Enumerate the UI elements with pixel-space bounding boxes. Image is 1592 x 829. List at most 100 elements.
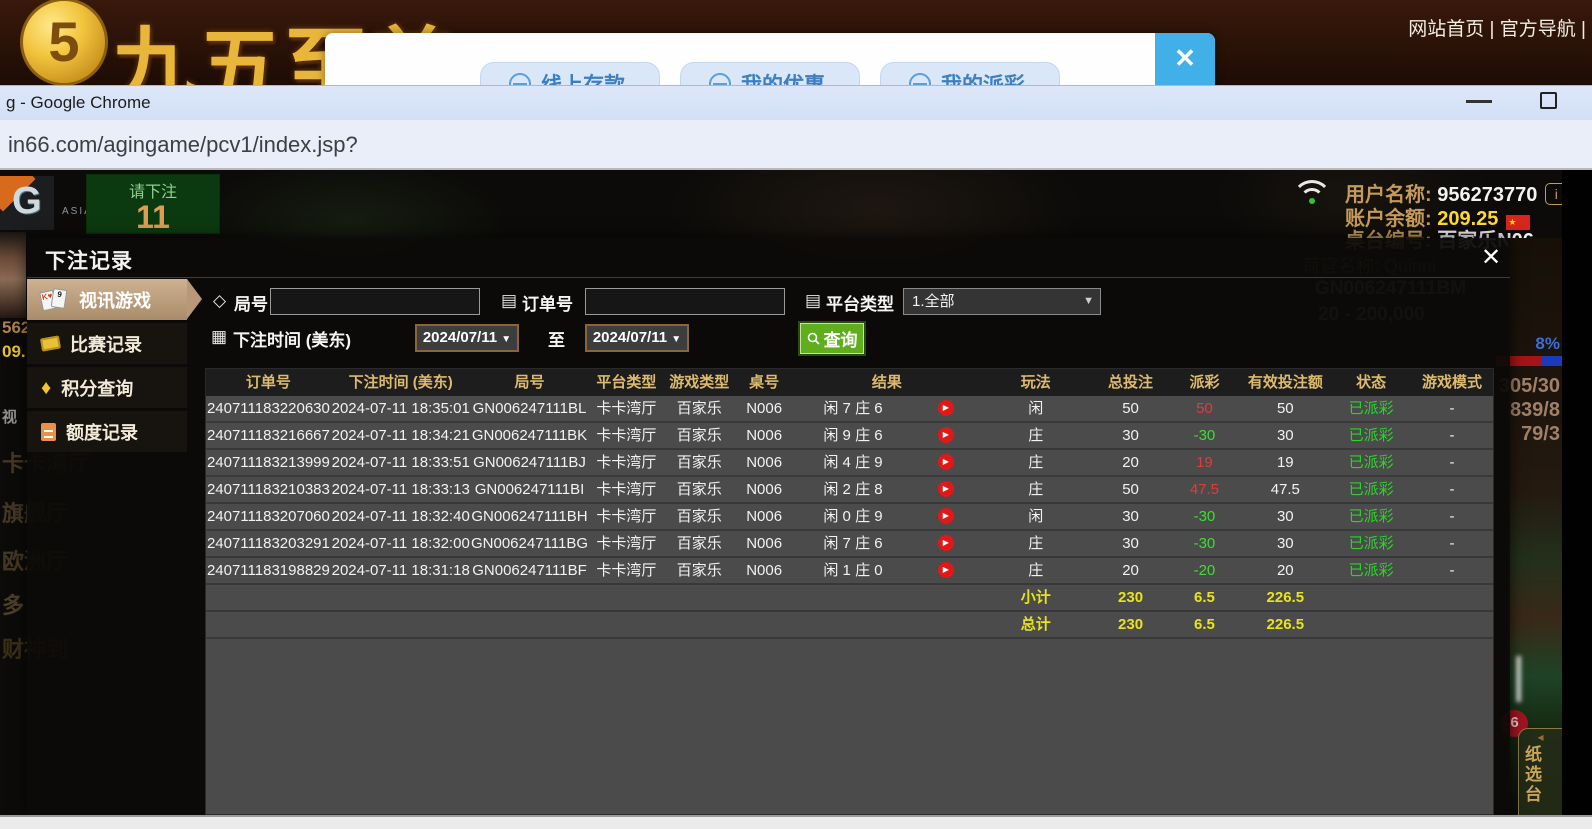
total-empty bbox=[471, 612, 589, 637]
replay-play-icon[interactable]: ▶ bbox=[938, 535, 954, 551]
promo-icon bbox=[709, 73, 731, 85]
cell-replay: ▶ bbox=[912, 504, 980, 529]
dialog-close-icon[interactable]: ✕ bbox=[1476, 243, 1506, 273]
replay-play-icon[interactable]: ▶ bbox=[938, 562, 954, 578]
cell-platform: 卡卡湾厅 bbox=[588, 531, 664, 556]
cell-bet: 30 bbox=[1092, 531, 1170, 556]
cell-game: 百家乐 bbox=[664, 531, 734, 556]
table-header-row: 订单号下注时间 (美东)局号平台类型游戏类型桌号结果玩法总投注派彩有效投注额状态… bbox=[206, 369, 1493, 396]
cell-mode: - bbox=[1411, 558, 1493, 583]
asia-gaming-logo-icon: G bbox=[0, 176, 54, 230]
window-title: g - Google Chrome bbox=[6, 93, 151, 113]
cell-platform: 卡卡湾厅 bbox=[588, 504, 664, 529]
cell-platform: 卡卡湾厅 bbox=[588, 396, 664, 421]
cell-order: 240711183220630 bbox=[206, 396, 331, 421]
records-table: 订单号下注时间 (美东)局号平台类型游戏类型桌号结果玩法总投注派彩有效投注额状态… bbox=[205, 368, 1494, 815]
cell-platform: 卡卡湾厅 bbox=[588, 450, 664, 475]
popup-button-3[interactable]: 我的派彩 bbox=[880, 62, 1060, 85]
cell-payout: 50 bbox=[1169, 396, 1239, 421]
video-cards-icon: K♥9 bbox=[41, 288, 69, 312]
table-picker-tab[interactable]: ◂ 纸选台 bbox=[1518, 728, 1562, 829]
total-empty bbox=[794, 585, 912, 610]
query-button[interactable]: 查询 bbox=[800, 323, 864, 354]
total-empty bbox=[331, 585, 471, 610]
cell-payout: 47.5 bbox=[1169, 477, 1239, 502]
cell-bet: 50 bbox=[1092, 396, 1170, 421]
calendar-icon: ▦ bbox=[211, 327, 227, 347]
sidebar-item-label: 积分查询 bbox=[61, 375, 133, 401]
deposit-icon bbox=[509, 73, 531, 85]
payout-icon bbox=[909, 73, 931, 85]
replay-play-icon[interactable]: ▶ bbox=[938, 508, 954, 524]
right-black-edge bbox=[1562, 170, 1592, 815]
date-to-select[interactable]: 2024/07/11 ▼ bbox=[585, 324, 689, 352]
column-header: 状态 bbox=[1331, 369, 1411, 396]
replay-play-icon[interactable]: ▶ bbox=[938, 454, 954, 470]
column-header: 有效投注额 bbox=[1239, 369, 1331, 396]
left-fragment: 视 bbox=[2, 406, 17, 427]
date-from-value: 2024/07/11 bbox=[423, 329, 497, 346]
popup-close-button[interactable]: ✕ bbox=[1155, 33, 1215, 85]
cell-replay: ▶ bbox=[912, 423, 980, 448]
total-empty bbox=[734, 585, 794, 610]
sidebar-item-3[interactable]: ♦ 积分查询 bbox=[27, 367, 187, 408]
window-maximize-button[interactable] bbox=[1540, 92, 1557, 109]
countdown-value: 11 bbox=[87, 202, 219, 232]
cell-order: 240711183203291 bbox=[206, 531, 331, 556]
column-header: 派彩 bbox=[1170, 369, 1240, 396]
platform-select-value: 1.全部 bbox=[912, 293, 955, 310]
cell-platform: 卡卡湾厅 bbox=[588, 477, 664, 502]
replay-play-icon[interactable]: ▶ bbox=[938, 427, 954, 443]
dialog-header: 下注记录 ✕ bbox=[27, 238, 1510, 278]
order-input[interactable] bbox=[585, 288, 785, 315]
table-row: 2407111832206302024-07-11 18:35:01GN0062… bbox=[206, 396, 1493, 423]
sidebar-item-1[interactable]: K♥9视讯游戏 bbox=[27, 279, 187, 320]
totals-row: 总计2306.5226.5 bbox=[206, 612, 1493, 639]
cell-payout: -30 bbox=[1169, 531, 1239, 556]
column-header: 局号 bbox=[471, 369, 589, 396]
cell-order: 240711183207060 bbox=[206, 504, 331, 529]
cell-payout: 19 bbox=[1169, 450, 1239, 475]
table-row: 2407111832166672024-07-11 18:34:21GN0062… bbox=[206, 423, 1493, 450]
total-empty bbox=[1331, 585, 1411, 610]
cell-round: GN006247111BF bbox=[471, 558, 589, 583]
date-from-select[interactable]: 2024/07/11 ▼ bbox=[415, 324, 519, 352]
window-minimize-button[interactable] bbox=[1466, 100, 1492, 103]
game-stage: G ASIA GAMING 请下注 11 56209.视卡卡湾厅旗舰厅欧洲厅多财… bbox=[0, 170, 1592, 815]
left-fragment: 09. bbox=[2, 342, 26, 362]
cell-replay: ▶ bbox=[912, 477, 980, 502]
column-header: 订单号 bbox=[206, 369, 331, 396]
sidebar-item-4[interactable]: 额度记录 bbox=[27, 411, 187, 452]
diamond-icon: ♦ bbox=[41, 378, 51, 398]
browser-titlebar: g - Google Chrome bbox=[0, 85, 1592, 120]
platform-select[interactable]: 1.全部 ▼ bbox=[903, 288, 1101, 315]
cell-result: 闲 9 庄 6 bbox=[794, 423, 912, 448]
replay-play-icon[interactable]: ▶ bbox=[938, 481, 954, 497]
site-top-nav[interactable]: 网站首页 | 官方导航 | bbox=[1408, 14, 1586, 41]
column-header: 总投注 bbox=[1092, 369, 1170, 396]
cell-table: N006 bbox=[734, 504, 794, 529]
cell-game: 百家乐 bbox=[664, 450, 734, 475]
total-empty bbox=[664, 612, 734, 637]
url-text[interactable]: in66.com/agingame/pcv1/index.jsp? bbox=[8, 132, 358, 158]
cell-time: 2024-07-11 18:33:51 bbox=[331, 450, 471, 475]
cell-game: 百家乐 bbox=[664, 558, 734, 583]
betting-records-dialog: 下注记录 ✕ K♥9视讯游戏比赛记录♦积分查询额度记录 ◇ 局号 ▤ 订单号 ▤… bbox=[27, 238, 1510, 815]
cell-play: 闲 bbox=[980, 396, 1092, 421]
sidebar-item-2[interactable]: 比赛记录 bbox=[27, 323, 187, 364]
popup-button-2[interactable]: 我的优惠 bbox=[680, 62, 860, 85]
cell-valid: 50 bbox=[1239, 396, 1331, 421]
popup-button-1[interactable]: 线上存款 bbox=[480, 62, 660, 85]
cell-result: 闲 2 庄 8 bbox=[794, 477, 912, 502]
dialog-title: 下注记录 bbox=[45, 245, 133, 275]
clipboard-icon: ▤ bbox=[501, 291, 517, 311]
chevron-down-icon: ▼ bbox=[1083, 289, 1094, 314]
column-header: 游戏类型 bbox=[664, 369, 734, 396]
cell-replay: ▶ bbox=[912, 531, 980, 556]
total-empty bbox=[331, 612, 471, 637]
cell-mode: - bbox=[1411, 477, 1493, 502]
date-to-value: 2024/07/11 bbox=[593, 329, 667, 346]
round-input[interactable] bbox=[270, 288, 480, 315]
replay-play-icon[interactable]: ▶ bbox=[938, 400, 954, 416]
cell-mode: - bbox=[1411, 450, 1493, 475]
